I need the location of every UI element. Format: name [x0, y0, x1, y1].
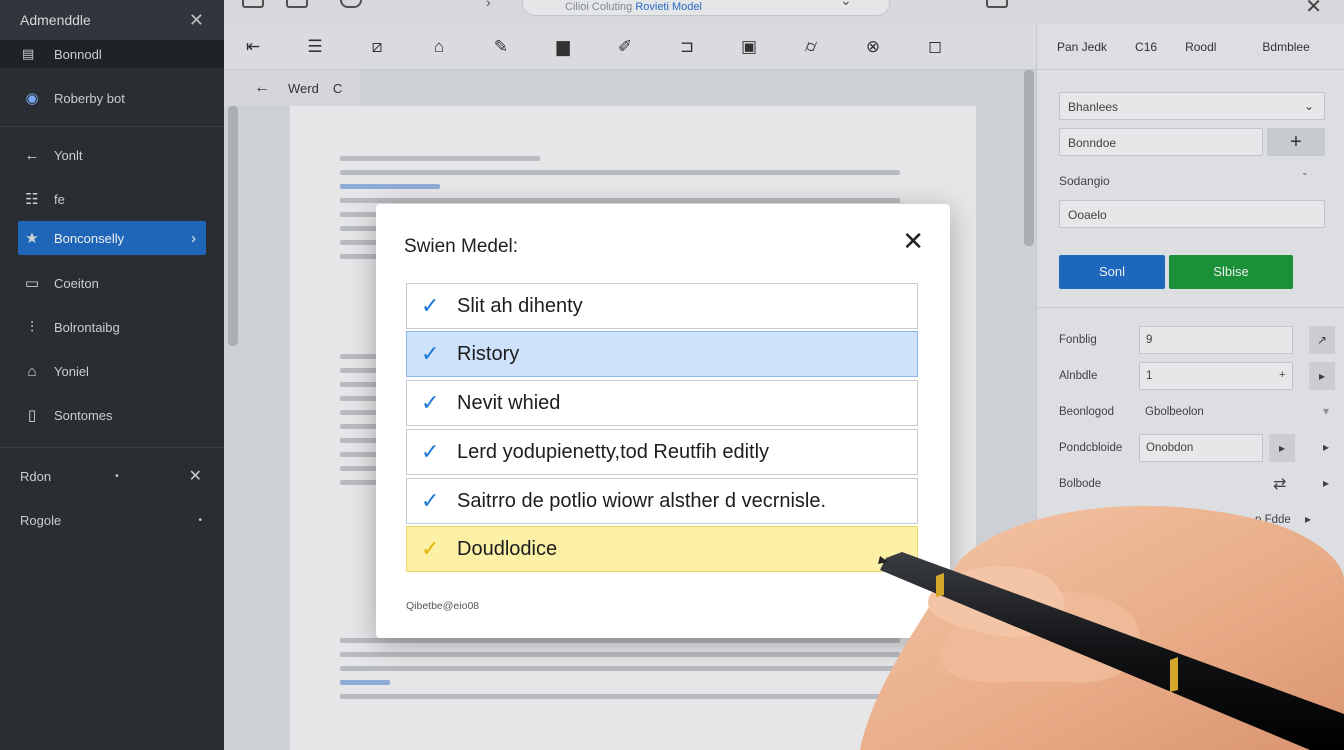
- hand-illustration: [860, 505, 1344, 750]
- option-label: Saitrro de potlio wiowr alsther d vecrni…: [457, 489, 827, 512]
- option-item[interactable]: ✓ Lerd yodupienetty,tod Reutfih editly: [406, 429, 918, 475]
- check-icon: ✓: [421, 293, 440, 318]
- option-label: Doudlodice: [457, 537, 558, 560]
- check-icon: ✓: [421, 439, 440, 464]
- option-label: Slit ah dihenty: [457, 294, 583, 317]
- check-icon: ✓: [421, 341, 440, 366]
- close-icon[interactable]: ✕: [902, 226, 924, 257]
- option-item[interactable]: ✓ Nevit whied: [406, 380, 918, 426]
- option-item-selected[interactable]: ✓ Ristory: [406, 331, 918, 377]
- check-icon: ✓: [421, 536, 440, 561]
- check-icon: ✓: [421, 488, 440, 513]
- option-item[interactable]: ✓ Slit ah dihenty: [406, 283, 918, 329]
- option-label: Nevit whied: [457, 391, 561, 414]
- dialog-footer-text: Qibetbe@eio08: [406, 600, 480, 612]
- dialog-title: Swien Medel:: [404, 236, 519, 257]
- hand-with-pen-image: [840, 500, 1344, 750]
- check-icon: ✓: [421, 390, 440, 415]
- option-label: Ristory: [457, 342, 520, 365]
- option-label: Lerd yodupienetty,tod Reutfih editly: [457, 440, 770, 463]
